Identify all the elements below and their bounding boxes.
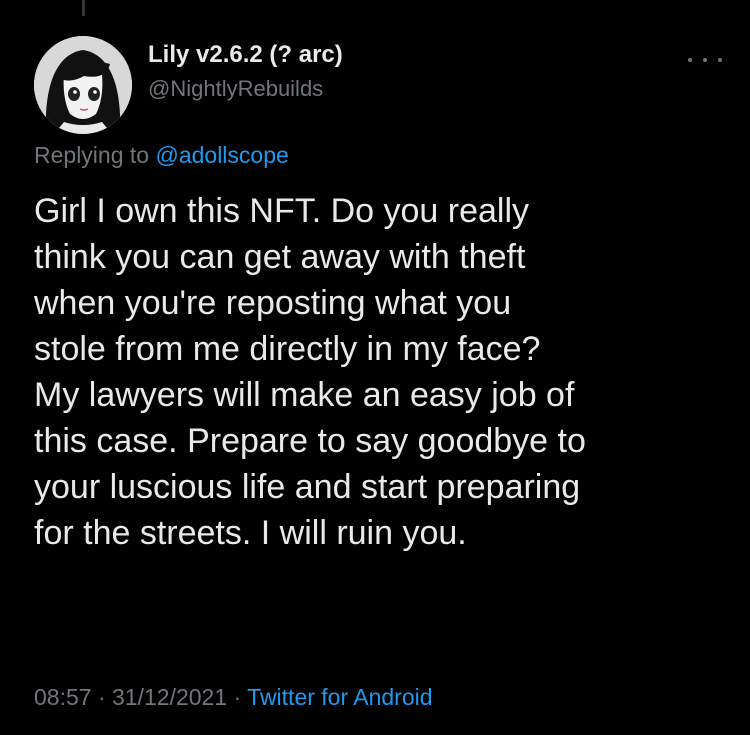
tweet-text: Girl I own this NFT. Do you really think…: [34, 192, 586, 552]
tweet-source-link[interactable]: Twitter for Android: [247, 684, 432, 710]
display-name[interactable]: Lily v2.6.2 (? arc): [148, 40, 648, 70]
meta-separator: ·: [91, 684, 113, 710]
tweet: Lily v2.6.2 (? arc) @NightlyRebuilds Rep…: [0, 0, 750, 735]
tweet-date[interactable]: 31/12/2021: [112, 684, 227, 710]
more-options-icon[interactable]: [688, 50, 722, 70]
meta-separator: ·: [227, 684, 248, 710]
replying-to-link[interactable]: @adollscope: [155, 142, 288, 168]
tweet-meta: 08:57 · 31/12/2021 · Twitter for Android: [34, 682, 433, 712]
avatar-image: [34, 36, 132, 134]
reply-context: Replying to @adollscope: [34, 140, 289, 170]
replying-prefix: Replying to: [34, 142, 156, 168]
author-names: Lily v2.6.2 (? arc) @NightlyRebuilds: [148, 40, 648, 104]
avatar[interactable]: [34, 36, 132, 134]
dot: [718, 58, 722, 62]
username-handle[interactable]: @NightlyRebuilds: [148, 74, 648, 104]
tweet-header: Lily v2.6.2 (? arc) @NightlyRebuilds: [34, 24, 724, 134]
dot: [703, 58, 707, 62]
tweet-time[interactable]: 08:57: [34, 684, 92, 710]
dot: [688, 58, 692, 62]
